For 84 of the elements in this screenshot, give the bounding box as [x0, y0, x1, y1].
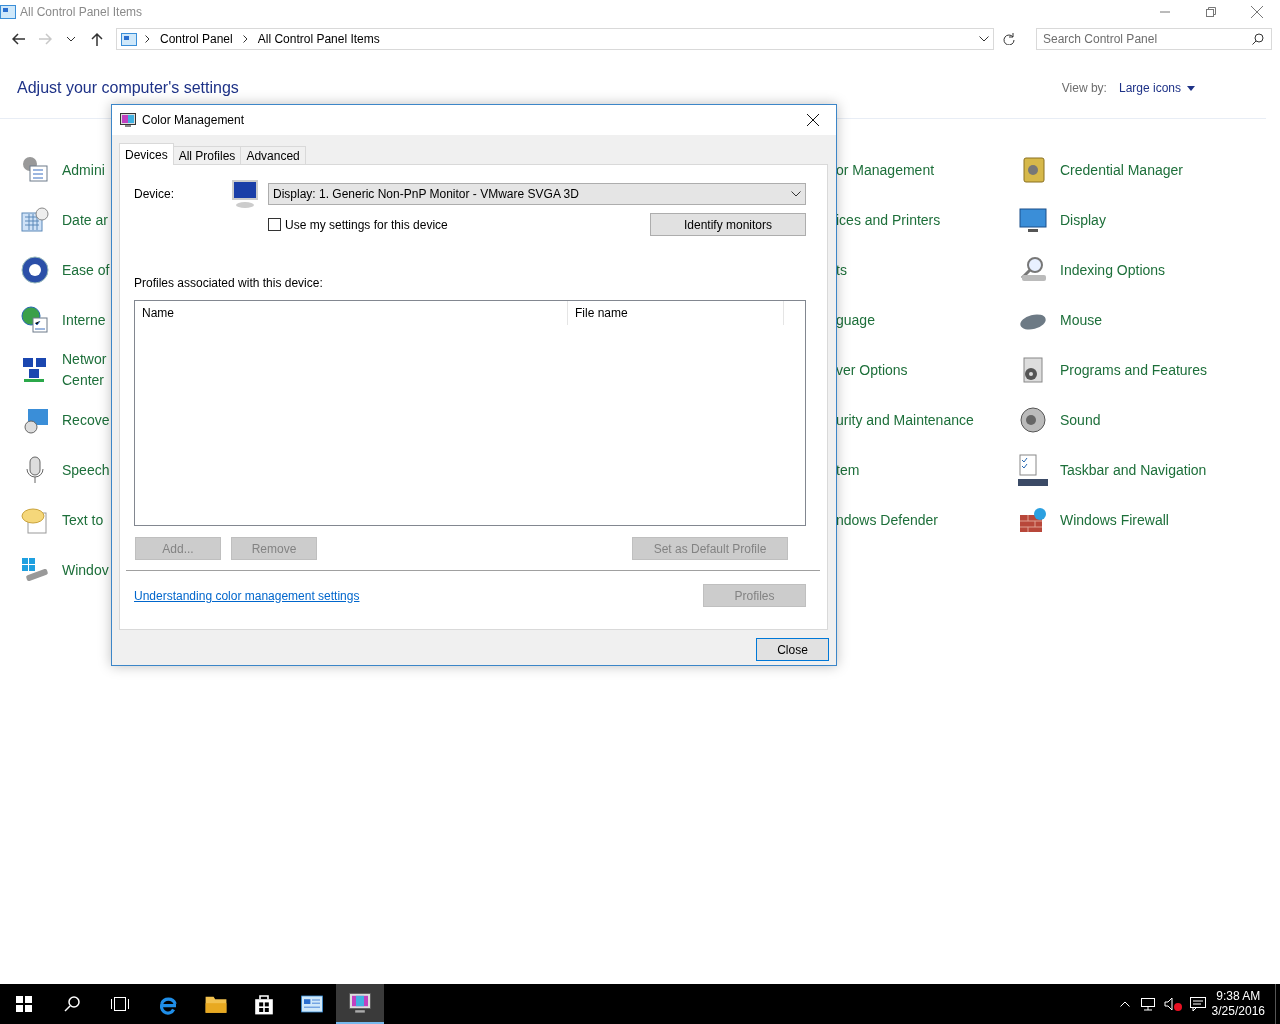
muted-speaker-icon[interactable]: [1163, 997, 1182, 1011]
address-bar[interactable]: Control Panel All Control Panel Items: [116, 28, 994, 50]
view-by-label: View by:: [1061, 81, 1107, 95]
breadcrumb-link[interactable]: All Control Panel Items: [255, 32, 382, 46]
section-label: Profiles associated with this device:: [134, 276, 324, 290]
breadcrumb-link[interactable]: Control Panel: [158, 32, 235, 46]
page-heading: Adjust your computer's settings: [17, 79, 240, 97]
control-panel-icon: [300, 992, 324, 1016]
control-panel-item-link[interactable]: urity and Maintenance: [836, 409, 974, 431]
view-by-dropdown[interactable]: Large icons: [1118, 81, 1195, 95]
dropdown-icon[interactable]: [979, 36, 989, 42]
control-panel-item-link[interactable]: Windov: [62, 559, 109, 581]
brick-wall-icon: [1018, 505, 1048, 535]
control-panel-item-link[interactable]: ndows Defender: [836, 509, 938, 531]
caret-icon: [1187, 85, 1195, 91]
control-panel-item-link[interactable]: guage: [836, 309, 875, 331]
clock[interactable]: 9:38 AM 3/25/2016: [1211, 989, 1265, 1019]
control-panel-item-link[interactable]: ts: [836, 259, 847, 281]
dialog-title: Color Management: [142, 113, 246, 127]
globe-icon: [20, 305, 50, 335]
task-view-icon: [111, 997, 129, 1011]
control-panel-item-link[interactable]: Indexing Options: [1060, 259, 1166, 281]
checkbox-label: Use my settings for this device: [285, 217, 449, 232]
chevron-icon: [145, 35, 150, 43]
profiles-list[interactable]: Name File name: [134, 300, 806, 526]
control-panel-item-link[interactable]: Mouse: [1060, 309, 1103, 331]
control-panel-item-link[interactable]: or Management: [836, 159, 935, 181]
control-panel-item-link[interactable]: Programs and Features: [1060, 359, 1208, 381]
column-header[interactable]: File name: [568, 301, 784, 325]
control-panel-item-link[interactable]: Text to: [62, 509, 104, 531]
restore-icon: [1206, 7, 1216, 17]
checklist-taskbar-icon: [1018, 453, 1048, 487]
control-panel-item-link[interactable]: Taskbar and Navigation: [1060, 459, 1207, 481]
calendar-icon: [20, 205, 50, 235]
search-icon: [1252, 33, 1264, 45]
control-panel-item-link[interactable]: Ease of: [62, 259, 110, 281]
control-panel-icon: [0, 5, 16, 19]
tab[interactable]: Advanced: [240, 146, 306, 165]
refresh-icon: [1003, 33, 1015, 45]
notification-icon[interactable]: [1189, 997, 1206, 1011]
identify-monitors-button[interactable]: Identify monitors: [650, 213, 806, 236]
color-monitor-icon: [120, 112, 136, 128]
back-arrow-icon: [12, 33, 26, 45]
checkbox[interactable]: [268, 218, 281, 231]
device-dropdown[interactable]: Display: 1. Generic Non-PnP Monitor - VMware SVGA 3D: [268, 183, 806, 205]
shopping-bag-icon: [252, 992, 276, 1016]
tab[interactable]: Devices: [119, 143, 174, 165]
control-panel-item-link[interactable]: Date ar: [62, 209, 108, 231]
control-panel-item-link[interactable]: Recove: [62, 409, 110, 431]
close-icon: [1251, 6, 1263, 18]
column-header[interactable]: Name: [135, 301, 568, 325]
caret-icon: [791, 191, 801, 197]
speech-bubble-icon: [20, 505, 50, 535]
close-icon: [807, 114, 819, 126]
device-label: Device:: [134, 187, 175, 201]
control-panel-item-link[interactable]: Interne: [62, 309, 106, 331]
control-panel-item-link[interactable]: Networ Center: [62, 349, 107, 391]
network-icon[interactable]: [1139, 997, 1156, 1011]
speaker-icon: [1018, 405, 1048, 435]
caret-up-icon[interactable]: [1119, 1001, 1130, 1007]
help-link[interactable]: Understanding color management settings: [134, 588, 360, 603]
search-field[interactable]: Search Control Panel: [1036, 28, 1272, 50]
color-monitor-icon: [348, 991, 372, 1015]
control-panel-item-link[interactable]: Sound: [1060, 409, 1101, 431]
control-panel-item-link[interactable]: Speech: [62, 459, 110, 481]
close-dialog-button[interactable]: Close: [756, 638, 829, 661]
monitor-icon: [230, 179, 260, 209]
caret-icon: [67, 36, 75, 42]
control-panel-item-link[interactable]: ver Options: [836, 359, 908, 381]
window-title: All Control Panel Items: [20, 5, 144, 19]
windows-logo-icon: [16, 996, 32, 1012]
forward-arrow-icon: [38, 33, 52, 45]
monitor-icon: [1018, 205, 1048, 235]
control-panel-item-link[interactable]: Display: [1060, 209, 1106, 231]
control-panel-item-link[interactable]: Windows Firewall: [1060, 509, 1169, 531]
control-panel-item-link[interactable]: Credential Manager: [1060, 159, 1183, 181]
control-panel-item-link[interactable]: ices and Printers: [836, 209, 941, 231]
control-panel-icon: [121, 32, 137, 46]
control-panel-item-link[interactable]: tem: [836, 459, 860, 481]
search-icon: [64, 996, 80, 1012]
up-arrow-icon: [91, 32, 103, 46]
chevron-icon: [242, 35, 248, 43]
taskbar-app-button[interactable]: [336, 984, 384, 1024]
control-panel-item-link[interactable]: Admini: [62, 159, 105, 181]
